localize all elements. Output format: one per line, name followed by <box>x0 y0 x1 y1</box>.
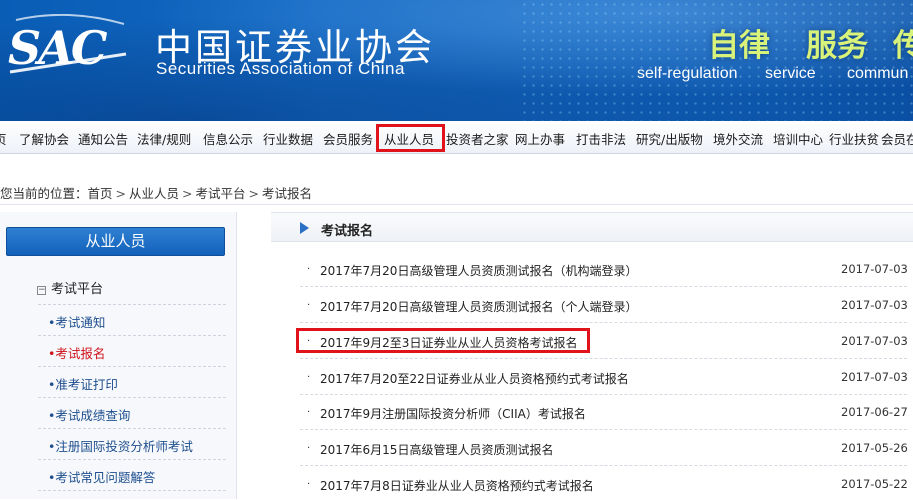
sidebar-group-exam-platform[interactable]: − 考试平台 <box>37 278 103 297</box>
sidebar-title: 从业人员 <box>6 227 225 256</box>
nav-item-member-area[interactable]: 会员在 <box>881 129 913 148</box>
sidebar-link-label: 考试报名 <box>55 346 106 361</box>
breadcrumb-current: 考试报名 <box>262 186 313 201</box>
sidebar-link-exam-notice[interactable]: •考试通知 <box>48 312 105 331</box>
sidebar-divider <box>38 490 226 491</box>
sidebar-link-admission-ticket[interactable]: •准考证打印 <box>48 374 118 393</box>
list-item-title[interactable]: 2017年9月注册国际投资分析师（CIIA）考试报名 <box>320 405 586 422</box>
list-item-date: 2017-07-03 <box>841 334 908 348</box>
slogan-cn-communication: 传 <box>893 28 913 64</box>
list-item[interactable]: · 2017年7月20日高级管理人员资质测试报名（机构端登录） 2017-07-… <box>271 254 913 285</box>
slogan-cn-service: 服务 <box>806 28 868 64</box>
breadcrumb-exam-platform[interactable]: 考试平台 <box>196 186 246 201</box>
sidebar-link-label: 准考证打印 <box>55 377 118 392</box>
list-item[interactable]: · 2017年7月8日证券业从业人员资格预约式考试报名 2017-05-22 <box>271 469 913 500</box>
bullet-icon: · <box>307 479 311 490</box>
breadcrumb-divider <box>0 204 913 205</box>
slogan-en-communication: commun <box>847 65 909 82</box>
nav-item-research[interactable]: 研究/出版物 <box>636 129 703 148</box>
bullet-icon: · <box>307 372 311 383</box>
sidebar-divider <box>38 304 226 305</box>
sac-logo[interactable]: SAC <box>6 14 132 76</box>
sidebar-link-faq[interactable]: •考试常见问题解答 <box>48 467 155 486</box>
sidebar-group-label: 考试平台 <box>51 282 104 297</box>
nav-item-investors[interactable]: 投资者之家 <box>446 129 509 148</box>
row-divider <box>300 322 907 323</box>
breadcrumb-separator: > <box>182 186 193 201</box>
list-item-title[interactable]: 2017年7月20日高级管理人员资质测试报名（机构端登录） <box>320 262 637 279</box>
org-name-en: Securities Association of China <box>156 59 405 78</box>
collapse-icon[interactable]: − <box>37 286 46 295</box>
breadcrumb-home[interactable]: 首页 <box>88 186 113 201</box>
site-header: SAC 中国证券业协会 Securities Association of Ch… <box>0 0 913 121</box>
main-nav: 页 了解协会 通知公告 法律/规则 信息公示 行业数据 会员服务 从业人员 投资… <box>0 121 913 154</box>
nav-item-rules[interactable]: 法律/规则 <box>137 129 191 148</box>
sidebar-divider <box>38 335 226 336</box>
list-item-date: 2017-07-03 <box>841 298 908 312</box>
row-highlight-box <box>296 328 590 353</box>
nav-item-disclosure[interactable]: 信息公示 <box>203 129 253 148</box>
sidebar-link-label: 考试通知 <box>55 315 106 330</box>
breadcrumb: 您当前的位置：首页 > 从业人员 > 考试平台 > 考试报名 <box>0 183 312 202</box>
content-title: 考试报名 <box>321 224 374 239</box>
nav-highlight-box <box>376 124 445 152</box>
nav-item-online[interactable]: 网上办事 <box>515 129 565 148</box>
row-divider <box>300 429 907 430</box>
list-item[interactable]: · 2017年7月20至22日证券业从业人员资格预约式考试报名 2017-07-… <box>271 362 913 393</box>
sidebar-link-label: 注册国际投资分析师考试 <box>55 439 193 454</box>
list-item-date: 2017-07-03 <box>841 370 908 384</box>
bullet-icon: · <box>307 264 311 275</box>
nav-item-anti-illegal[interactable]: 打击非法 <box>576 129 626 148</box>
breadcrumb-prefix: 您当前的位置： <box>0 186 88 201</box>
nav-item-international[interactable]: 境外交流 <box>713 129 763 148</box>
nav-item-member[interactable]: 会员服务 <box>323 129 373 148</box>
row-divider <box>300 465 907 466</box>
sidebar-link-label: 考试常见问题解答 <box>55 470 156 485</box>
row-divider <box>300 394 907 395</box>
sidebar: 从业人员 − 考试平台 •考试通知 •考试报名 •准考证打印 •考试成绩查询 •注… <box>0 212 237 499</box>
nav-item-about[interactable]: 了解协会 <box>19 129 69 148</box>
nav-item-poverty[interactable]: 行业扶贫 <box>829 129 879 148</box>
list-item-title[interactable]: 2017年7月20至22日证券业从业人员资格预约式考试报名 <box>320 370 629 387</box>
content-header: 考试报名 <box>271 212 913 242</box>
nav-item-training[interactable]: 培训中心 <box>773 129 823 148</box>
list-item-date: 2017-05-22 <box>841 477 908 491</box>
logo-text: SAC <box>8 21 108 75</box>
list-item[interactable]: · 2017年9月注册国际投资分析师（CIIA）考试报名 2017-06-27 <box>271 397 913 428</box>
bullet-icon: · <box>307 407 311 418</box>
sidebar-link-ciia-exam[interactable]: •注册国际投资分析师考试 <box>48 436 193 455</box>
breadcrumb-practitioners[interactable]: 从业人员 <box>129 186 179 201</box>
play-arrow-icon <box>300 222 309 234</box>
list-item-title[interactable]: 2017年7月8日证券业从业人员资格预约式考试报名 <box>320 477 594 494</box>
slogan-en-self-regulation: self-regulation <box>637 65 738 82</box>
sidebar-link-score-query[interactable]: •考试成绩查询 <box>48 405 130 424</box>
sidebar-divider <box>38 459 226 460</box>
bullet-icon: · <box>307 300 311 311</box>
row-divider <box>300 358 907 359</box>
list-item-date: 2017-07-03 <box>841 262 908 276</box>
sidebar-divider <box>38 428 226 429</box>
nav-item-home[interactable]: 页 <box>0 129 7 148</box>
list-item[interactable]: · 2017年6月15日高级管理人员资质测试报名 2017-05-26 <box>271 433 913 464</box>
sidebar-link-exam-registration[interactable]: •考试报名 <box>48 343 105 362</box>
list-item-title[interactable]: 2017年6月15日高级管理人员资质测试报名 <box>320 441 553 458</box>
bullet-icon: · <box>307 443 311 454</box>
slogan-en-service: service <box>765 65 816 82</box>
list-item-date: 2017-05-26 <box>841 441 908 455</box>
list-item-date: 2017-06-27 <box>841 405 908 419</box>
breadcrumb-separator: > <box>248 186 260 201</box>
breadcrumb-separator: > <box>115 186 127 201</box>
list-item[interactable]: · 2017年7月20日高级管理人员资质测试报名（个人端登录） 2017-07-… <box>271 290 913 321</box>
list-item-title[interactable]: 2017年7月20日高级管理人员资质测试报名（个人端登录） <box>320 298 637 315</box>
sidebar-link-label: 考试成绩查询 <box>55 408 131 423</box>
slogan-cn-self-regulation: 自律 <box>708 28 770 64</box>
row-divider <box>300 286 907 287</box>
sidebar-divider <box>38 397 226 398</box>
nav-item-notices[interactable]: 通知公告 <box>78 129 128 148</box>
sidebar-divider <box>38 366 226 367</box>
nav-item-data[interactable]: 行业数据 <box>263 129 313 148</box>
